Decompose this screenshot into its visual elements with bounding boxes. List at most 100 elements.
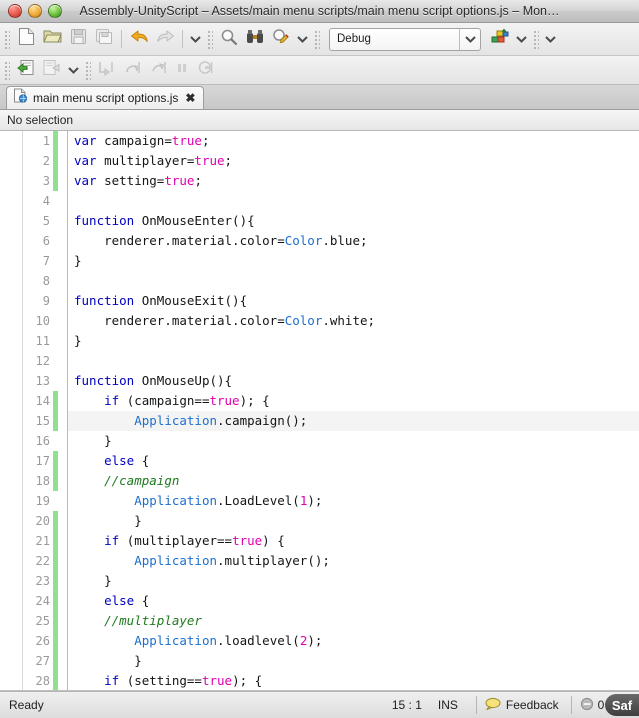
- toolbar-grip-2[interactable]: [206, 29, 213, 49]
- maximize-window-icon[interactable]: [48, 4, 62, 18]
- code-line[interactable]: }: [68, 431, 639, 451]
- code-token: function: [74, 373, 142, 388]
- toolbar-grip[interactable]: [3, 29, 10, 49]
- save-button[interactable]: [65, 27, 91, 51]
- code-line[interactable]: var multiplayer=true;: [68, 151, 639, 171]
- code-token: function: [74, 293, 142, 308]
- minimize-window-icon[interactable]: [28, 4, 42, 18]
- code-line[interactable]: function OnMouseUp(){: [68, 371, 639, 391]
- code-line[interactable]: //campaign: [68, 471, 639, 491]
- save-disk-icon: [70, 28, 87, 50]
- code-line[interactable]: if (multiplayer==true) {: [68, 531, 639, 551]
- code-line[interactable]: if (campaign==true); {: [68, 391, 639, 411]
- code-token: else: [104, 453, 135, 468]
- redo-button[interactable]: [152, 27, 178, 51]
- code-line[interactable]: if (setting==true); {: [68, 671, 639, 690]
- breakpoint-margin[interactable]: [0, 131, 23, 690]
- save-all-button[interactable]: [91, 27, 117, 51]
- step-into-button[interactable]: [94, 58, 120, 82]
- run-overflow-chevron-down-icon[interactable]: [65, 59, 81, 81]
- close-window-icon[interactable]: [8, 4, 22, 18]
- build-blocks-icon: [491, 28, 509, 50]
- code-line[interactable]: //multiplayer: [68, 611, 639, 631]
- code-line[interactable]: [68, 351, 639, 371]
- step-over-button[interactable]: [120, 58, 146, 82]
- code-line[interactable]: var setting=true;: [68, 171, 639, 191]
- code-line[interactable]: Application.loadlevel(2);: [68, 631, 639, 651]
- pause-icon: [175, 61, 189, 80]
- tab-main-menu-script-options[interactable]: main menu script options.js ✖: [6, 86, 205, 109]
- close-tab-icon[interactable]: ✖: [185, 92, 195, 104]
- code-line[interactable]: [68, 191, 639, 211]
- code-token: Application: [134, 633, 218, 648]
- code-line[interactable]: }: [68, 651, 639, 671]
- code-line[interactable]: }: [68, 511, 639, 531]
- configuration-chevron-down-icon[interactable]: [459, 28, 480, 50]
- replace-button[interactable]: [268, 27, 294, 51]
- safari-pill-button[interactable]: Saf: [605, 694, 639, 716]
- debug-toolbar-grip-2[interactable]: [84, 60, 91, 80]
- code-token: //multiplayer: [104, 613, 202, 628]
- code-line[interactable]: }: [68, 251, 639, 271]
- step-into-icon: [98, 60, 116, 81]
- code-line[interactable]: [68, 271, 639, 291]
- code-line[interactable]: Application.multiplayer();: [68, 551, 639, 571]
- code-token: true: [194, 153, 225, 168]
- pause-button[interactable]: [172, 58, 192, 82]
- save-all-icon: [95, 28, 113, 50]
- code-line[interactable]: var campaign=true;: [68, 131, 639, 151]
- feedback-button[interactable]: Feedback: [485, 697, 563, 713]
- code-token: }: [74, 573, 112, 588]
- run-with-button[interactable]: [39, 58, 65, 82]
- stop-button[interactable]: [192, 58, 218, 82]
- line-number-gutter: 1 2 3 4 5 6 7 8 9 10 11 12 13 14 15 16 17 18 19 20 21 22 23 24 2…: [23, 131, 53, 690]
- run-button[interactable]: [13, 58, 39, 82]
- step-out-icon: [150, 60, 168, 81]
- build-overflow-chevron-down-icon[interactable]: [513, 28, 529, 50]
- code-line[interactable]: function OnMouseExit(){: [68, 291, 639, 311]
- code-line[interactable]: renderer.material.color=Color.white;: [68, 311, 639, 331]
- code-token: true: [171, 133, 202, 148]
- toolbar-grip-3[interactable]: [313, 29, 320, 49]
- code-token: {: [134, 453, 150, 468]
- code-text-area[interactable]: var campaign=true; var multiplayer=true; v…: [68, 131, 639, 690]
- edit-overflow-chevron-down-icon[interactable]: [187, 28, 203, 50]
- code-line[interactable]: function OnMouseEnter(){: [68, 211, 639, 231]
- code-fold-margin[interactable]: [58, 131, 68, 690]
- code-line[interactable]: }: [68, 331, 639, 351]
- code-line[interactable]: else {: [68, 451, 639, 471]
- step-out-button[interactable]: [146, 58, 172, 82]
- build-button[interactable]: [487, 27, 513, 51]
- code-token: renderer.material.color=: [74, 313, 285, 328]
- toolbar-overflow-chevron-down-icon[interactable]: [542, 28, 558, 50]
- line-number: 13: [35, 374, 50, 388]
- toolbar-grip-4[interactable]: [532, 29, 539, 49]
- search-button[interactable]: [216, 27, 242, 51]
- debug-toolbar-grip[interactable]: [3, 60, 10, 80]
- new-file-button[interactable]: [13, 27, 39, 51]
- configuration-select[interactable]: Debug: [329, 27, 481, 51]
- code-token: );: [307, 493, 323, 508]
- code-line[interactable]: Application.LoadLevel(1);: [68, 491, 639, 511]
- line-number: 11: [35, 334, 50, 348]
- code-line[interactable]: }: [68, 571, 639, 591]
- undo-button[interactable]: [126, 27, 152, 51]
- line-number: 6: [42, 234, 50, 248]
- code-editor[interactable]: 1 2 3 4 5 6 7 8 9 10 11 12 13 14 15 16 17 18 19 20 21 22 23 24 2…: [0, 131, 639, 691]
- search-overflow-chevron-down-icon[interactable]: [294, 28, 310, 50]
- find-in-files-button[interactable]: [242, 27, 268, 51]
- code-line[interactable]: else {: [68, 591, 639, 611]
- open-file-button[interactable]: [39, 27, 65, 51]
- line-number: 3: [42, 174, 50, 188]
- code-token: true: [164, 173, 195, 188]
- main-toolbar: Debug: [0, 23, 639, 56]
- code-line[interactable]: renderer.material.color=Color.blue;: [68, 231, 639, 251]
- code-line[interactable]: Application.campaign();: [68, 411, 639, 431]
- code-token: OnMouseEnter(){: [141, 213, 255, 228]
- selection-pathbar[interactable]: No selection: [0, 110, 639, 131]
- code-token: Application: [134, 553, 218, 568]
